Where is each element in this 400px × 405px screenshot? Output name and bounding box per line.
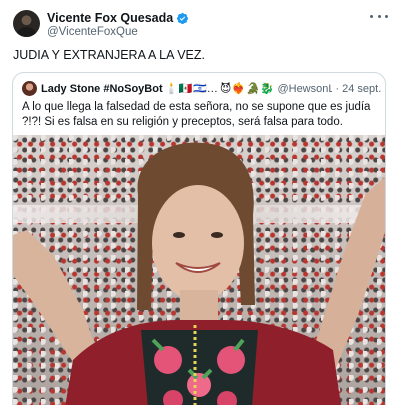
quoted-tweet[interactable]: Lady Stone #NoSoyBot 🕯️🇲🇽🇮🇱... 😈❤️‍🔥🐊🐉 @… [12,72,386,405]
tweet-text: JUDIA Y EXTRANJERA A LA VEZ. [13,48,205,62]
quoted-header: Lady Stone #NoSoyBot 🕯️🇲🇽🇮🇱... 😈❤️‍🔥🐊🐉 @… [41,81,385,96]
verified-badge-icon [177,12,189,24]
author-handle[interactable]: @VicenteFoxQue [47,26,138,38]
more-options-icon[interactable] [370,11,388,21]
author-name[interactable]: Vicente Fox Quesada [47,11,173,25]
quoted-author-name[interactable]: Lady Stone #NoSoyBot [41,83,163,95]
woman-figure [13,142,385,405]
quoted-separator: · [335,82,340,95]
quoted-author-emoji-tail: 😈❤️‍🔥🐊🐉 [219,83,275,95]
author-avatar[interactable] [13,10,40,37]
quoted-author-avatar[interactable] [22,81,37,96]
tweet: Vicente Fox Quesada @VicenteFoxQue JUDIA… [0,0,400,405]
quoted-text: A lo que llega la falsedad de esta señor… [22,101,371,128]
quoted-date[interactable]: 24 sept. 2023 [342,83,385,95]
quoted-photo[interactable] [13,135,385,405]
quoted-author-emoji: 🕯️🇲🇽🇮🇱... [164,83,218,95]
author-name-row: Vicente Fox Quesada [47,11,189,25]
quoted-author-handle[interactable]: @HewsonLa [277,83,332,95]
